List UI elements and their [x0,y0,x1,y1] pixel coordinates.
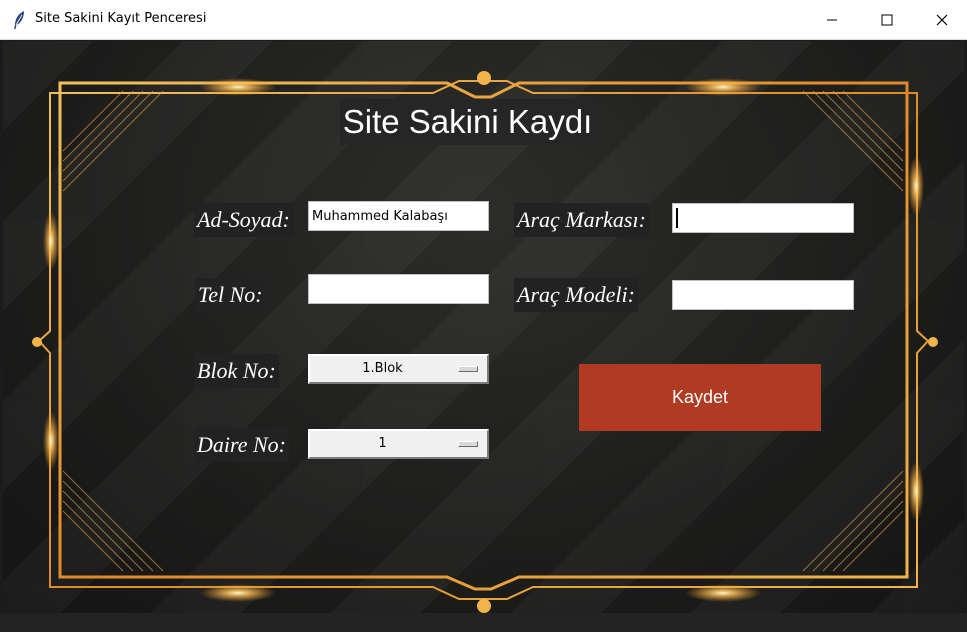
dropdown-indicator-icon [458,441,478,447]
apartment-label: Daire No: [194,428,290,462]
apartment-selected-value: 1 [378,436,387,451]
car-model-input[interactable] [672,280,854,310]
feather-icon [12,10,26,30]
window-title: Site Sakini Kayıt Penceresi [35,11,207,26]
phone-label: Tel No: [195,278,266,312]
save-button[interactable]: Kaydet [579,364,821,431]
block-label: Blok No: [194,354,279,388]
maximize-button[interactable] [859,0,915,40]
block-select[interactable]: 1.Blok [308,354,489,384]
window-title-bar[interactable]: Site Sakini Kayıt Penceresi [0,0,967,40]
car-model-label: Araç Modeli: [514,278,638,312]
car-brand-label: Araç Markası: [514,203,649,237]
name-input[interactable] [308,201,489,231]
apartment-select[interactable]: 1 [308,429,489,459]
close-button[interactable] [914,0,967,40]
minimize-button[interactable] [804,0,860,40]
maximize-icon [881,11,893,30]
minimize-icon [826,11,838,30]
block-selected-value: 1.Blok [362,361,403,376]
name-label: Ad-Soyad: [194,203,293,237]
dropdown-indicator-icon [458,366,478,372]
close-icon [936,11,948,30]
form-canvas: Site Sakini Kaydı Ad-Soyad: Tel No: Blok… [3,41,964,613]
car-brand-input[interactable] [672,203,854,233]
phone-input[interactable] [308,274,489,304]
text-cursor [676,208,678,228]
form-heading: Site Sakini Kaydı [340,99,595,145]
window-bottom-edge [0,613,967,632]
